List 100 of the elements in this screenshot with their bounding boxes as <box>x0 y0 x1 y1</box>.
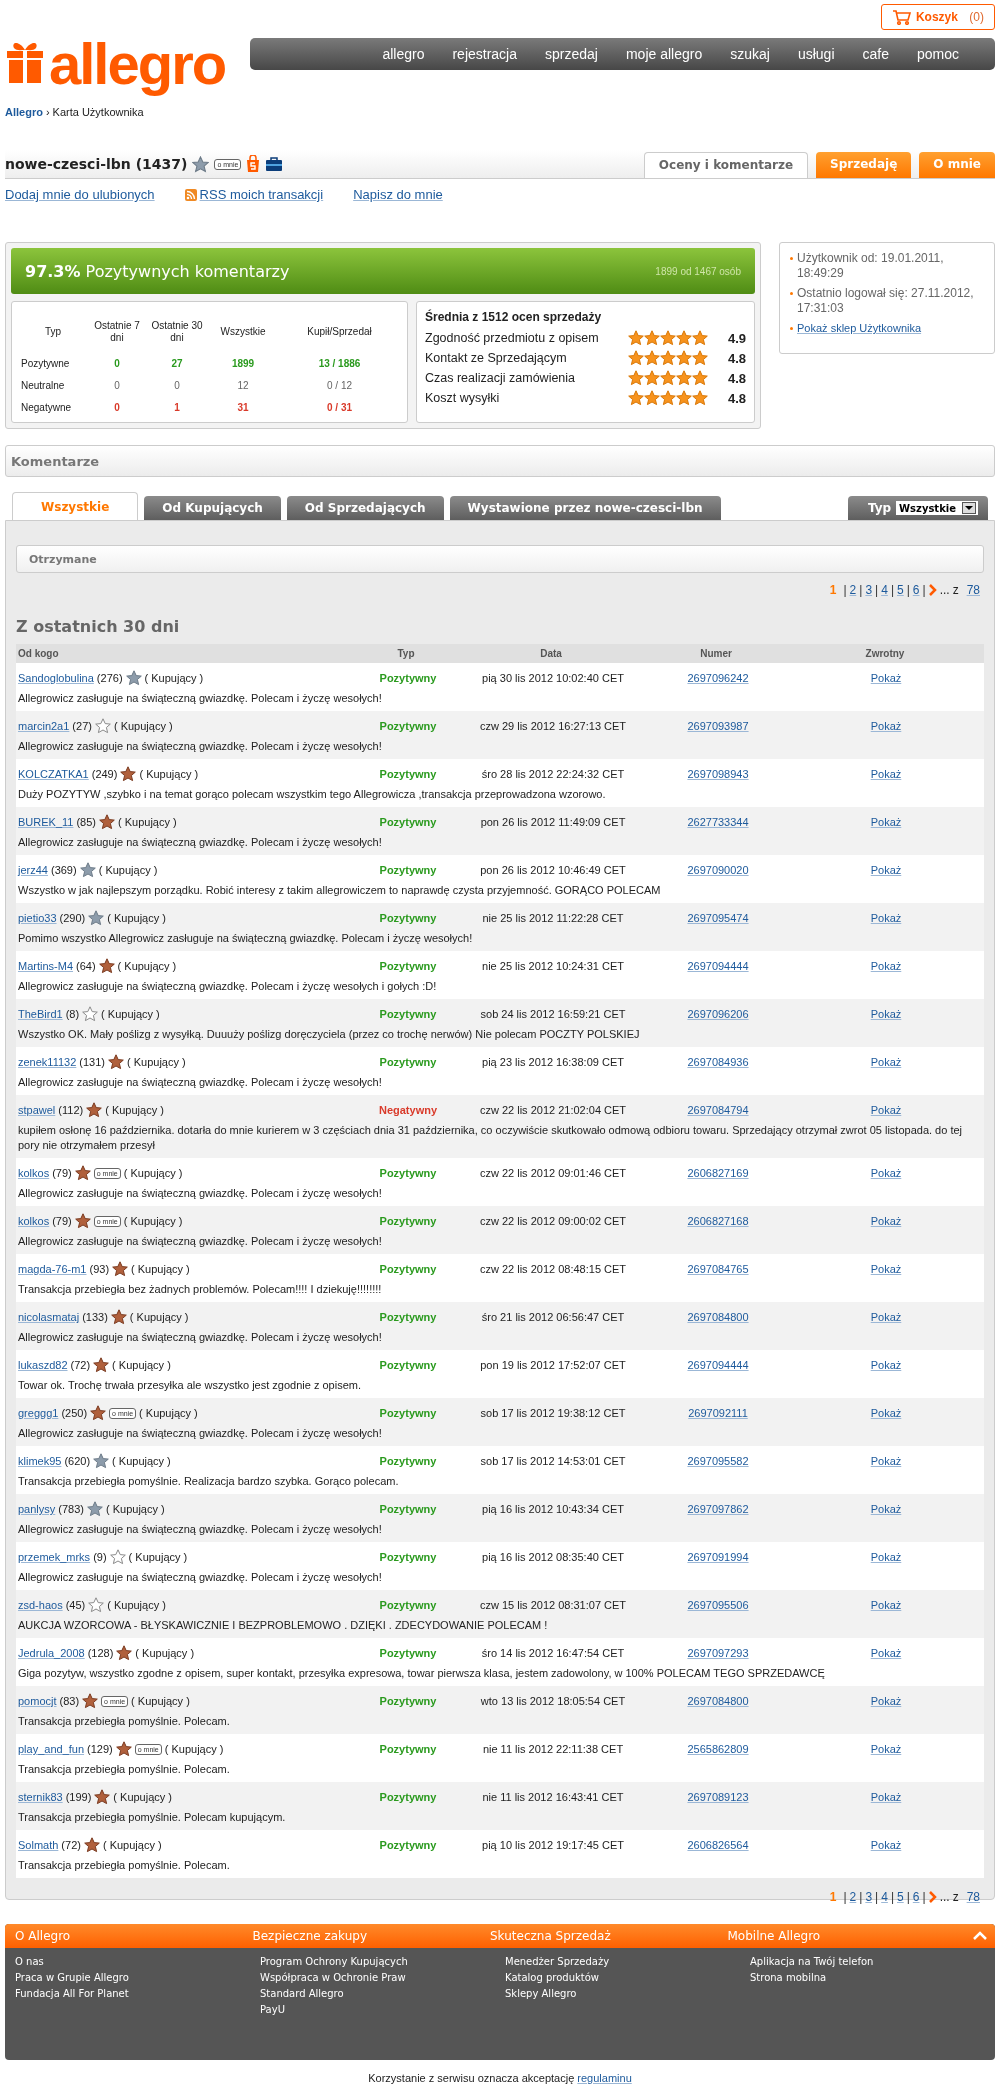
page-link[interactable]: 6 <box>912 583 920 597</box>
user-link[interactable]: pomocjt <box>18 1695 57 1707</box>
terms-link[interactable]: regulaminu <box>577 2072 632 2084</box>
comment-tab[interactable]: Od Kupujących <box>144 496 281 520</box>
footer-link[interactable]: Menedżer Sprzedaży <box>505 1956 750 1967</box>
user-link[interactable]: klimek95 <box>18 1455 62 1467</box>
number-link[interactable]: 2606826564 <box>687 1839 749 1851</box>
user-link[interactable]: marcin2a1 <box>18 720 70 732</box>
number-link[interactable]: 2697084936 <box>687 1056 749 1068</box>
number-link[interactable]: 2697097862 <box>687 1503 749 1515</box>
show-link[interactable]: Pokaż <box>870 1551 902 1563</box>
nav-item[interactable]: sprzedaj <box>531 46 612 62</box>
nav-item[interactable]: allegro <box>368 46 439 62</box>
show-link[interactable]: Pokaż <box>870 1407 902 1419</box>
profile-tab[interactable]: Oceny i komentarze <box>643 152 809 178</box>
page-link[interactable]: 4 <box>881 583 888 597</box>
footer-link[interactable]: Współpraca w Ochronie Praw <box>260 1972 505 1983</box>
number-link[interactable]: 2697092111 <box>688 1407 748 1419</box>
user-link[interactable]: kolkos <box>18 1167 50 1179</box>
footer-link[interactable]: PayU <box>260 2004 505 2015</box>
footer-link[interactable]: Standard Allegro <box>260 1988 505 1999</box>
comment-tab[interactable]: Wystawione przez nowe-czesci-lbn <box>449 496 721 520</box>
user-link[interactable]: Martins-M4 <box>18 960 73 972</box>
page-link[interactable]: 3 <box>865 583 873 597</box>
user-link[interactable]: panlysy <box>18 1503 56 1515</box>
footer-link[interactable]: O nas <box>15 1956 260 1967</box>
number-link[interactable]: 2697084800 <box>687 1695 749 1707</box>
number-link[interactable]: 2697095506 <box>687 1599 749 1611</box>
show-link[interactable]: Pokaż <box>870 912 902 924</box>
show-link[interactable]: Pokaż <box>870 1839 902 1851</box>
number-link[interactable]: 2697094444 <box>687 1359 749 1371</box>
number-link[interactable]: 2697090020 <box>687 864 749 876</box>
page-link[interactable]: 5 <box>897 583 904 597</box>
type-select[interactable]: Wszystkie <box>896 501 978 515</box>
user-link[interactable]: zsd-haos <box>18 1599 63 1611</box>
show-link[interactable]: Pokaż <box>870 1104 902 1116</box>
show-link[interactable]: Pokaż <box>870 1695 902 1707</box>
number-link[interactable]: 2697093987 <box>687 720 749 732</box>
footer-link[interactable]: Praca w Grupie Allegro <box>15 1972 260 1983</box>
number-link[interactable]: 2697096206 <box>687 1008 749 1020</box>
user-link[interactable]: przemek_mrks <box>18 1551 91 1563</box>
page-link[interactable]: 5 <box>897 1890 904 1904</box>
show-link[interactable]: Pokaż <box>870 1008 902 1020</box>
show-link[interactable]: Pokaż <box>870 1647 902 1659</box>
page-link[interactable]: 6 <box>912 1890 920 1904</box>
show-link[interactable]: Pokaż <box>870 1263 902 1275</box>
collapse-icon[interactable] <box>973 1931 987 1941</box>
number-link[interactable]: 2606827168 <box>687 1215 749 1227</box>
footer-link[interactable]: Strona mobilna <box>750 1972 995 1983</box>
page-link[interactable]: 4 <box>881 1890 888 1904</box>
message-link[interactable]: Napisz do mnie <box>353 187 443 202</box>
user-link[interactable]: zenek11132 <box>18 1056 77 1068</box>
show-link[interactable]: Pokaż <box>870 816 902 828</box>
footer-link[interactable]: Fundacja All For Planet <box>15 1988 260 1999</box>
show-link[interactable]: Pokaż <box>870 1503 902 1515</box>
user-link[interactable]: KOLCZATKA1 <box>18 768 89 780</box>
footer-link[interactable]: Katalog produktów <box>505 1972 750 1983</box>
number-link[interactable]: 2697095582 <box>687 1455 749 1467</box>
show-link[interactable]: Pokaż <box>870 1167 902 1179</box>
number-link[interactable]: 2697084794 <box>687 1104 749 1116</box>
page-link[interactable]: 78 <box>966 1890 980 1904</box>
show-link[interactable]: Pokaż <box>870 1791 902 1803</box>
user-link[interactable]: Jedrula_2008 <box>18 1647 85 1659</box>
number-link[interactable]: 2697096242 <box>687 672 749 684</box>
footer-link[interactable]: Program Ochrony Kupujących <box>260 1956 505 1967</box>
nav-item[interactable]: pomoc <box>902 46 973 62</box>
show-link[interactable]: Pokaż <box>870 1056 902 1068</box>
number-link[interactable]: 2697084765 <box>687 1263 749 1275</box>
number-link[interactable]: 2697091994 <box>687 1551 749 1563</box>
show-link[interactable]: Pokaż <box>870 1599 902 1611</box>
rss-link[interactable]: RSS moich transakcji <box>199 187 324 202</box>
nav-item[interactable]: cafe <box>848 46 903 62</box>
user-link[interactable]: stpawel <box>18 1104 56 1116</box>
footer-link[interactable]: Aplikacja na Twój telefon <box>750 1956 995 1967</box>
page-link[interactable]: 78 <box>966 583 980 597</box>
user-link[interactable]: BUREK_11 <box>18 816 74 828</box>
user-link[interactable]: Sandoglobulina <box>18 672 94 684</box>
show-link[interactable]: Pokaż <box>870 1359 902 1371</box>
page-link[interactable]: 2 <box>849 1890 857 1904</box>
user-link[interactable]: TheBird1 <box>18 1008 63 1020</box>
show-link[interactable]: Pokaż <box>870 1311 902 1323</box>
shop-link[interactable]: Pokaż sklep Użytkownika <box>797 321 922 336</box>
footer-link[interactable]: Sklepy Allegro <box>505 1988 750 1999</box>
cart-button[interactable]: Koszyk (0) <box>880 4 995 30</box>
number-link[interactable]: 2697097293 <box>687 1647 749 1659</box>
number-link[interactable]: 2697089123 <box>687 1791 749 1803</box>
nav-item[interactable]: rejestracja <box>438 46 532 62</box>
show-link[interactable]: Pokaż <box>870 864 902 876</box>
show-link[interactable]: Pokaż <box>870 672 902 684</box>
nav-item[interactable]: usługi <box>783 46 849 62</box>
show-link[interactable]: Pokaż <box>870 1455 902 1467</box>
number-link[interactable]: 2697095474 <box>687 912 749 924</box>
user-link[interactable]: jerz44 <box>18 864 48 876</box>
user-link[interactable]: greggg1 <box>18 1407 59 1419</box>
nav-item[interactable]: szukaj <box>716 46 784 62</box>
show-link[interactable]: Pokaż <box>870 960 902 972</box>
user-link[interactable]: Solmath <box>18 1839 59 1851</box>
show-link[interactable]: Pokaż <box>870 768 902 780</box>
number-link[interactable]: 2627733344 <box>687 816 749 828</box>
page-link[interactable]: 3 <box>865 1890 873 1904</box>
